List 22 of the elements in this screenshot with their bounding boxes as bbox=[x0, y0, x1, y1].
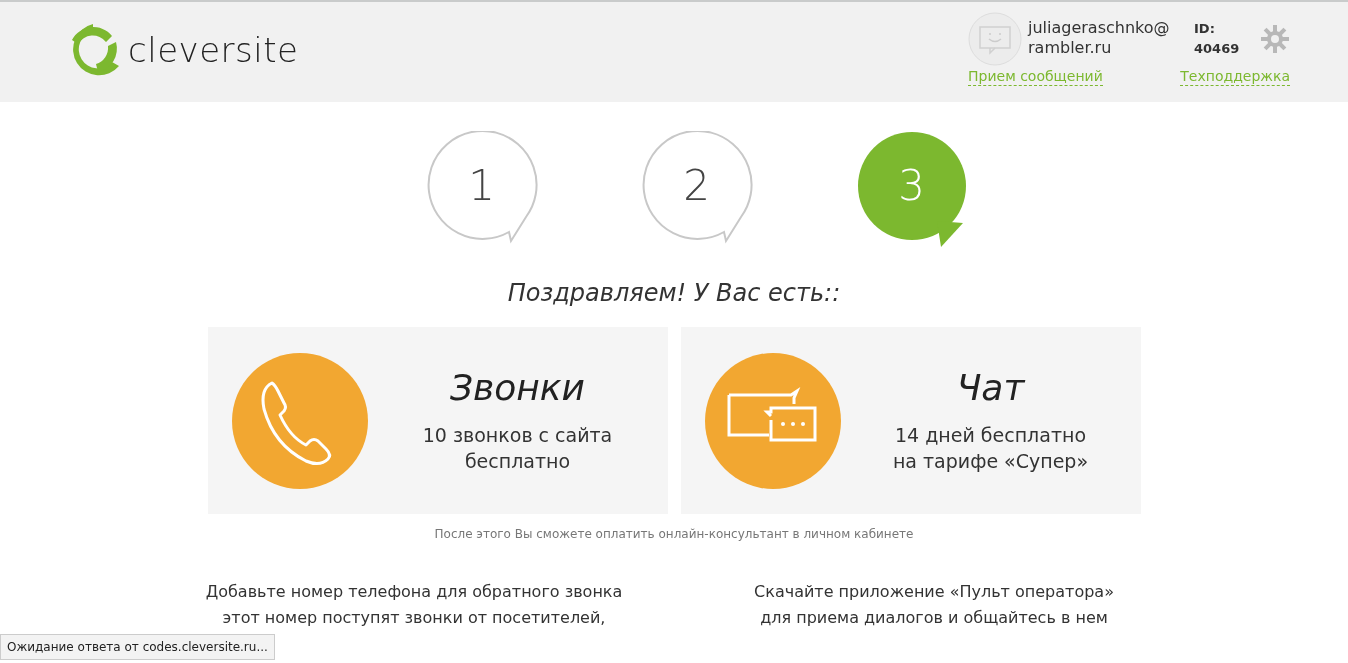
heading: Поздравляем! У Вас есть:: bbox=[506, 279, 842, 307]
avatar-icon bbox=[968, 12, 1022, 66]
step-number: 2 bbox=[682, 161, 711, 211]
offer-description: 10 звонков с сайта бесплатно bbox=[421, 423, 614, 474]
settings-icon[interactable] bbox=[1260, 24, 1290, 54]
status-bar: Ожидание ответа от codes.cleversite.ru... bbox=[0, 634, 275, 660]
note-text: После этого Вы сможете оплатить онлайн-консультант в личном кабинете bbox=[433, 527, 915, 541]
header-link[interactable]: Техподдержка bbox=[1180, 68, 1290, 86]
step-number: 3 bbox=[897, 161, 926, 211]
id-value: 40469 bbox=[1194, 40, 1241, 58]
user-email: juliageraschnko@ rambler.ru bbox=[1028, 18, 1171, 58]
header-link[interactable]: Прием сообщений bbox=[968, 68, 1103, 86]
phone-icon bbox=[231, 352, 368, 489]
instruction-text: Добавьте номер телефона для обратного звонка этот номер поступят звонки от посетителей, bbox=[204, 581, 624, 629]
chat-icon bbox=[704, 352, 841, 489]
offer-description: 14 дней бесплатно на тарифе «Супер» bbox=[891, 423, 1090, 474]
offer-title: Звонки bbox=[449, 367, 586, 408]
offer-title: Чат bbox=[955, 367, 1027, 408]
id-label: ID: bbox=[1194, 20, 1216, 38]
step-number: 1 bbox=[467, 161, 496, 211]
logo-text: cleversite bbox=[128, 30, 299, 70]
instruction-text: Скачайте приложение «Пульт оператора» для приема диалогов и общайтесь в нем bbox=[753, 581, 1115, 629]
